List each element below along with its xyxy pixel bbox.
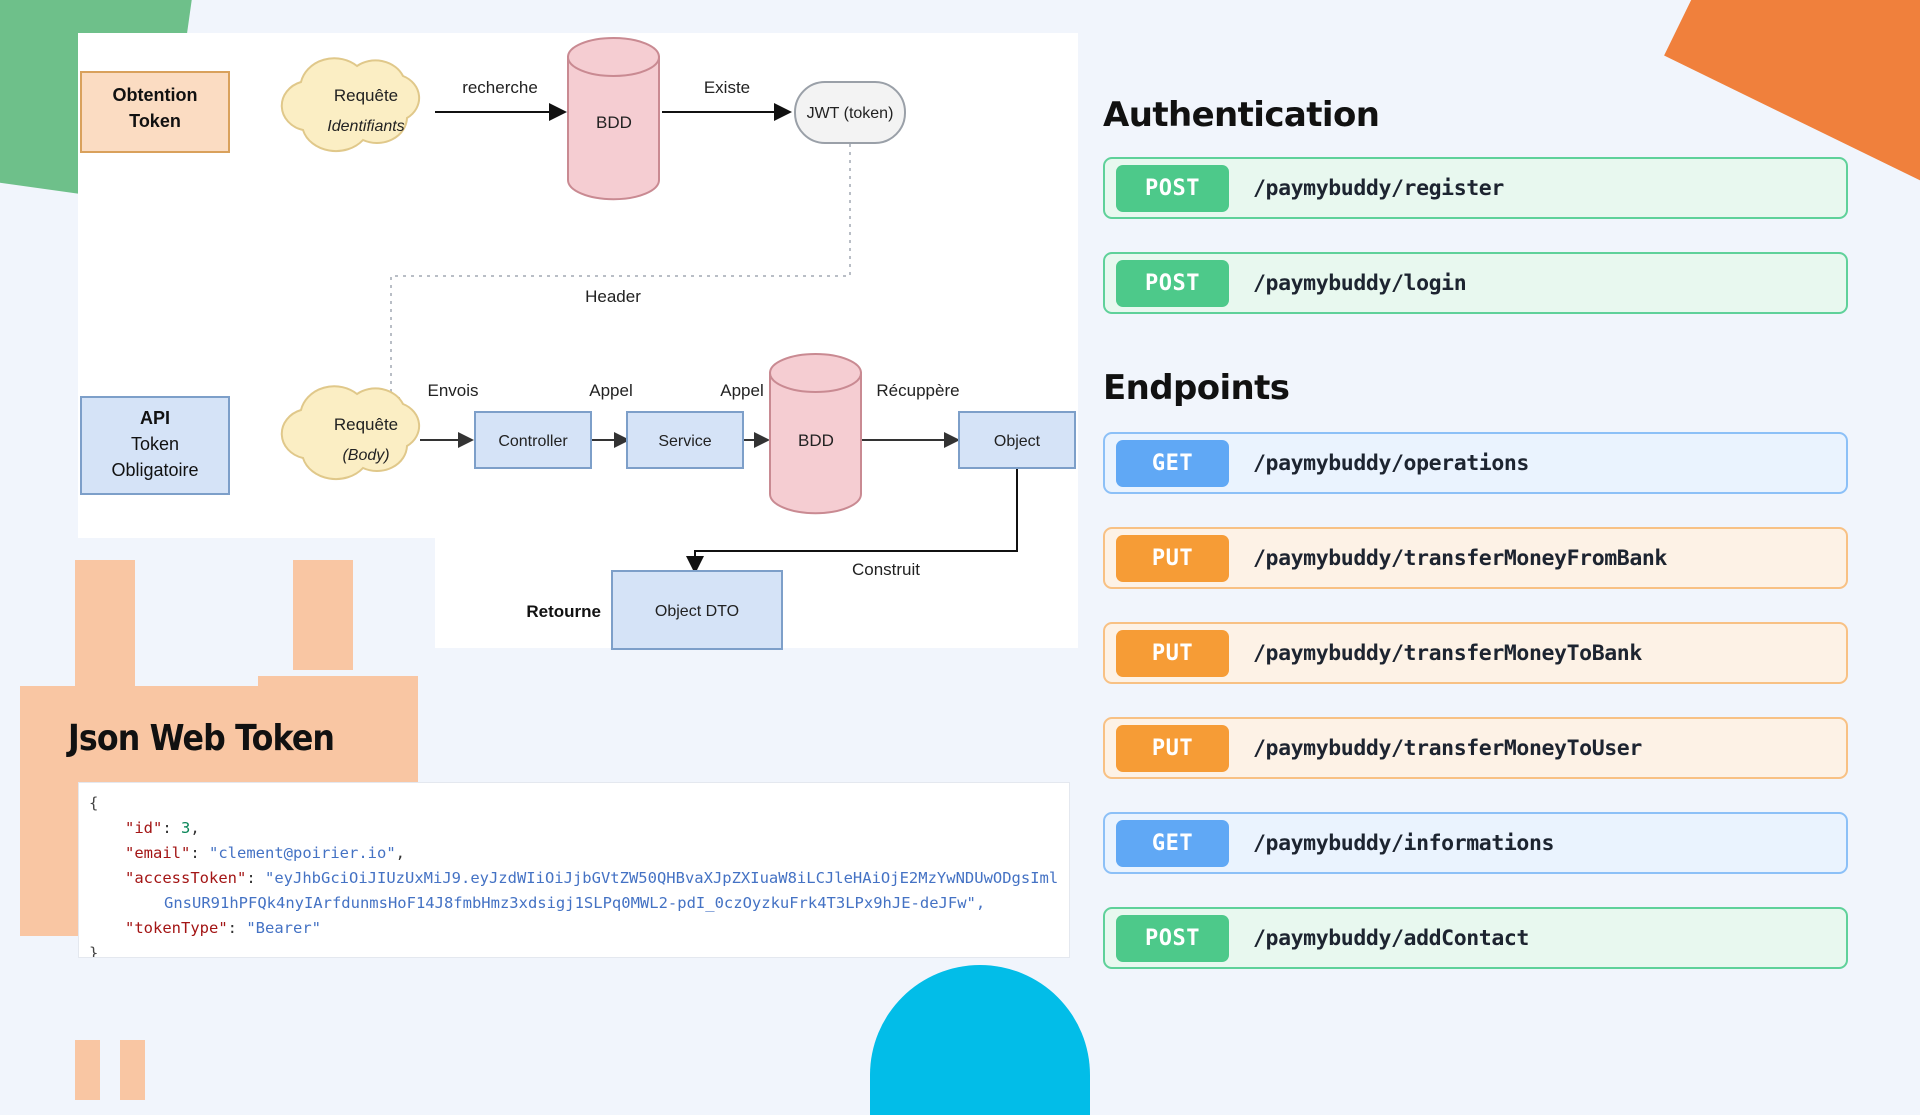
- json-close-brace: }: [89, 944, 99, 958]
- auth-endpoint-row-login[interactable]: POST/paymybuddy/login: [1103, 252, 1848, 314]
- diagram-label-obt1: Obtention: [113, 85, 198, 105]
- endpoint-path: /paymybuddy/transferMoneyToUser: [1253, 735, 1642, 761]
- diagram-label-cl2b: (Body): [342, 447, 389, 464]
- method-badge-put: PUT: [1116, 629, 1229, 677]
- diagram-label-cl1b: Identifiants: [327, 118, 404, 135]
- endpoint-path: /paymybuddy/informations: [1253, 830, 1555, 856]
- method-badge-put: PUT: [1116, 724, 1229, 772]
- jwt-json-code-block: { "id": 3, "email": "clement@poirier.io"…: [78, 782, 1070, 958]
- endpoint-row-transfermoneyfrombank[interactable]: PUT/paymybuddy/transferMoneyFromBank: [1103, 527, 1848, 589]
- diagram-label-constr: Construit: [852, 560, 920, 579]
- diagram-label-header: Header: [585, 287, 641, 306]
- endpoint-path: /paymybuddy/register: [1253, 175, 1504, 201]
- endpoints-section-title: Endpoints: [1103, 368, 1290, 408]
- endpoints-endpoint-list: GET/paymybuddy/operations PUT/paymybuddy/…: [1103, 432, 1848, 969]
- authentication-endpoint-list: POST/paymybuddy/register POST/paymybuddy/…: [1103, 157, 1848, 314]
- diagram-label-obt2: Token: [129, 111, 181, 131]
- diagram-label-appel2: Appel: [720, 381, 763, 400]
- method-badge-get: GET: [1116, 819, 1229, 867]
- endpoint-row-transfermoneytouser[interactable]: PUT/paymybuddy/transferMoneyToUser: [1103, 717, 1848, 779]
- diagram-label-cl1a: Requête: [334, 86, 398, 105]
- method-badge-post: POST: [1116, 164, 1229, 212]
- left-column: Obtention Token Requête Identifiants rec…: [0, 0, 1090, 1080]
- json-value-email: "clement@poirier.io": [209, 844, 396, 862]
- json-value-id: 3: [181, 819, 191, 837]
- json-key-email: "email": [125, 844, 191, 862]
- diagram-label-api2: Token: [131, 434, 179, 454]
- endpoint-row-operations[interactable]: GET/paymybuddy/operations: [1103, 432, 1848, 494]
- diagram-label-api1: API: [140, 408, 170, 428]
- diagram-label-bdd1: BDD: [596, 113, 632, 132]
- method-badge-put: PUT: [1116, 534, 1229, 582]
- json-key-token-type: "tokenType": [125, 919, 228, 937]
- diagram-label-obj: Object: [994, 433, 1041, 450]
- endpoint-row-informations[interactable]: GET/paymybuddy/informations: [1103, 812, 1848, 874]
- diagram-label-appel1: Appel: [589, 381, 632, 400]
- auth-endpoint-row-register[interactable]: POST/paymybuddy/register: [1103, 157, 1848, 219]
- method-badge-post: POST: [1116, 259, 1229, 307]
- json-key-access-token: "accessToken": [125, 869, 247, 887]
- json-colon-2: :: [190, 844, 200, 862]
- endpoint-path: /paymybuddy/addContact: [1253, 925, 1529, 951]
- diagram-label-serv: Service: [658, 433, 711, 450]
- json-open-brace: {: [89, 794, 99, 812]
- diagram-label-ctrl: Controller: [498, 433, 568, 450]
- diagram-label-retourne: Retourne: [526, 602, 601, 621]
- json-comma-1: ,: [190, 819, 200, 837]
- method-badge-get: GET: [1116, 439, 1229, 487]
- diagram-label-envois: Envois: [427, 381, 478, 400]
- endpoint-row-addcontact[interactable]: POST/paymybuddy/addContact: [1103, 907, 1848, 969]
- json-colon-1: :: [162, 819, 172, 837]
- diagram-label-api3: Obligatoire: [111, 460, 198, 480]
- method-badge-post: POST: [1116, 914, 1229, 962]
- diagram-label-jwt: JWT (token): [807, 105, 894, 122]
- json-key-id: "id": [125, 819, 163, 837]
- json-value-access-token-line1: "eyJhbGciOiJIUzUxMiJ9.eyJzdWIiOiJjbGVtZW…: [265, 869, 1059, 887]
- json-value-token-type: "Bearer": [246, 919, 321, 937]
- endpoint-path: /paymybuddy/transferMoneyToBank: [1253, 640, 1642, 666]
- endpoint-path: /paymybuddy/login: [1253, 270, 1467, 296]
- endpoint-path: /paymybuddy/operations: [1253, 450, 1529, 476]
- diagram-label-bdd2: BDD: [798, 431, 834, 450]
- diagram-label-recup: Récuppère: [876, 381, 959, 400]
- diagram-label-recherche: recherche: [462, 78, 538, 97]
- diagram-label-dto: Object DTO: [655, 603, 739, 620]
- authentication-section-title: Authentication: [1103, 95, 1380, 135]
- endpoint-path: /paymybuddy/transferMoneyFromBank: [1253, 545, 1667, 571]
- json-comma-2: ,: [395, 844, 405, 862]
- api-reference-panel: Authentication POST/paymybuddy/register P…: [1090, 0, 1920, 1080]
- json-colon-3: :: [246, 869, 256, 887]
- architecture-diagram: Obtention Token Requête Identifiants rec…: [80, 37, 1076, 650]
- diagram-label-cl2a: Requête: [334, 415, 398, 434]
- json-value-access-token-line2: GnsUR91hPFQk4nyIArfdunmsHoF14J8fmbHmz3xd…: [164, 894, 986, 912]
- jwt-section-title: Json Web Token: [68, 718, 335, 759]
- endpoint-row-transfermoneytobank[interactable]: PUT/paymybuddy/transferMoneyToBank: [1103, 622, 1848, 684]
- json-colon-4: :: [227, 919, 237, 937]
- diagram-label-existe: Existe: [704, 78, 750, 97]
